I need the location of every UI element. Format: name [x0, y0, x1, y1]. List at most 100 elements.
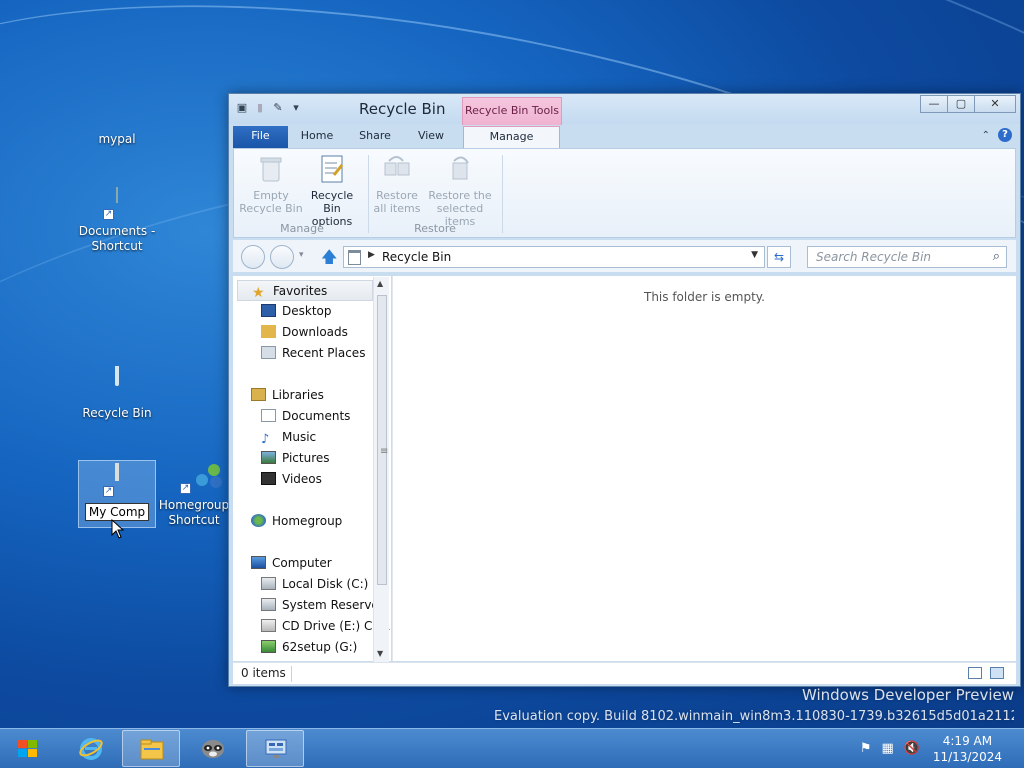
action-center-flag-icon[interactable]: ⚑: [860, 741, 872, 756]
ribbon-separator: [502, 155, 503, 233]
desktop-icon: [261, 304, 276, 317]
start-button[interactable]: [6, 734, 50, 764]
computer-shortcut-icon: ↗: [101, 463, 133, 497]
cd-drive-icon: [261, 619, 276, 632]
refresh-button[interactable]: ⇆: [767, 246, 791, 268]
recycle-bin-icon: [101, 366, 133, 402]
tab-manage[interactable]: Manage: [463, 126, 560, 148]
forward-button[interactable]: [270, 245, 294, 269]
nav-item-desktop[interactable]: Desktop: [233, 301, 332, 322]
clock-time: 4:19 AM: [942, 734, 993, 748]
quick-access-toolbar: ▣ ▮ ✎ ▾: [235, 101, 303, 115]
volume-muted-icon[interactable]: 🔇: [904, 741, 920, 756]
breadcrumb-recycle-bin[interactable]: Recycle Bin: [382, 250, 451, 264]
windows-logo-icon: [18, 740, 38, 758]
empty-recycle-bin-button[interactable]: Empty Recycle Bin: [238, 153, 304, 215]
properties-icon[interactable]: ▮: [253, 101, 267, 115]
window-title: Recycle Bin: [359, 100, 446, 118]
clock-date: 11/13/2024: [932, 750, 1002, 764]
desktop-icon-documents-shortcut[interactable]: ↗ Documents - Shortcut: [78, 187, 156, 254]
window-menu-icon[interactable]: ▣: [235, 101, 249, 115]
item-count: 0 items: [241, 666, 286, 680]
navigation-pane[interactable]: ★ Favorites Desktop Downloads Recent Plac…: [233, 276, 391, 661]
recent-locations-chevron-icon[interactable]: ▾: [299, 250, 304, 260]
large-icons-view-icon[interactable]: [990, 667, 1004, 679]
nav-item-system-reserved[interactable]: System Reserved: [233, 595, 386, 616]
folder-icon: [101, 96, 133, 128]
desktop-icon-label: Documents - Shortcut: [78, 224, 156, 253]
control-panel-icon: [263, 736, 289, 762]
scroll-down-arrow-icon[interactable]: ▼: [377, 649, 383, 658]
taskbar-clock[interactable]: 4:19 AM 11/13/2024: [933, 733, 1002, 765]
breadcrumb-arrow-icon[interactable]: ▶: [368, 250, 375, 260]
nav-item-documents[interactable]: Documents: [233, 406, 350, 427]
address-dropdown-icon[interactable]: ▼: [751, 250, 758, 260]
help-icon[interactable]: ?: [998, 128, 1012, 142]
taskbar-file-explorer[interactable]: [122, 730, 180, 767]
customize-qat-icon[interactable]: ▾: [289, 101, 303, 115]
watermark-line-2: Evaluation copy. Build 8102.winmain_win8…: [494, 709, 1014, 724]
window-controls: — ▢ ✕: [920, 95, 1016, 113]
desktop-icon-recycle-bin[interactable]: Recycle Bin: [78, 366, 156, 421]
scrollbar-thumb[interactable]: ≡: [377, 295, 389, 585]
taskbar: ⚑ ▦ 🔇 4:19 AM 11/13/2024: [0, 728, 1024, 768]
desktop-icon-my-computer[interactable]: ↗ My Comp: [78, 460, 156, 528]
nav-pane-scrollbar[interactable]: ▲ ≡ ▼: [373, 277, 389, 662]
desktop-icon-mypal[interactable]: mypal: [78, 96, 156, 147]
close-button[interactable]: ✕: [974, 95, 1016, 113]
tab-share[interactable]: Share: [353, 126, 397, 148]
nav-item-cd-drive-e[interactable]: CD Drive (E:) CDR: [233, 616, 390, 637]
nav-item-downloads[interactable]: Downloads: [233, 322, 348, 343]
nav-item-computer[interactable]: Computer: [233, 553, 332, 574]
tab-home[interactable]: Home: [295, 126, 339, 148]
nav-item-videos[interactable]: Videos: [233, 469, 322, 490]
nav-item-favorites[interactable]: ★ Favorites: [237, 280, 373, 301]
restore-selected-items-button[interactable]: Restore the selected items: [422, 153, 498, 228]
up-arrow-icon[interactable]: 🡅: [321, 246, 337, 273]
nav-item-62setup-g[interactable]: 62setup (G:): [233, 637, 357, 658]
restore-all-icon: [381, 153, 413, 185]
scrollbar-grip-icon: ≡: [380, 446, 389, 457]
desktop-icon-label: Recycle Bin: [82, 406, 152, 420]
hard-drive-icon: [261, 598, 276, 611]
recycle-bin-tools-context-tab: Recycle Bin Tools: [462, 97, 562, 125]
nav-item-music[interactable]: ♪ Music: [233, 427, 316, 448]
taskbar-internet-explorer[interactable]: [62, 730, 120, 767]
pictures-icon: [261, 451, 276, 464]
nav-item-pictures[interactable]: Pictures: [233, 448, 330, 469]
minimize-ribbon-icon[interactable]: ⌃: [982, 130, 990, 141]
nav-item-recent-places[interactable]: Recent Places: [233, 343, 365, 364]
back-button[interactable]: [241, 245, 265, 269]
network-icon[interactable]: ▦: [882, 741, 894, 756]
taskbar-mypal-browser[interactable]: [184, 730, 242, 767]
title-bar[interactable]: ▣ ▮ ✎ ▾ Recycle Bin Recycle Bin Tools — …: [229, 94, 1020, 125]
search-input[interactable]: Search Recycle Bin ⌕: [807, 246, 1007, 268]
tab-view[interactable]: View: [409, 126, 453, 148]
nav-item-homegroup[interactable]: Homegroup: [233, 511, 342, 532]
restore-all-items-button[interactable]: Restore all items: [372, 153, 422, 215]
desktop-icon-label: Homegroup Shortcut: [158, 498, 230, 527]
watermark-line-1: Windows Developer Preview: [801, 686, 1014, 704]
ribbon-separator: [368, 155, 369, 233]
recycle-bin-small-icon: [348, 250, 361, 265]
address-bar[interactable]: ▶ Recycle Bin ▼: [343, 246, 765, 268]
desktop-icon-label: mypal: [98, 132, 136, 146]
scroll-up-arrow-icon[interactable]: ▲: [377, 279, 383, 288]
nav-item-local-disk-c[interactable]: Local Disk (C:): [233, 574, 368, 595]
taskbar-control-panel[interactable]: [246, 730, 304, 767]
desktop-icon-homegroup-shortcut[interactable]: ↗ Homegroup Shortcut: [155, 462, 233, 528]
recycle-bin-options-button[interactable]: Recycle Bin options: [302, 153, 362, 228]
tab-file[interactable]: File: [233, 126, 288, 148]
restore-selected-icon: [444, 153, 476, 185]
music-icon: ♪: [261, 432, 270, 447]
document-shortcut-icon: ↗: [101, 187, 133, 220]
details-view-icon[interactable]: [968, 667, 982, 679]
mypal-raccoon-icon: [200, 735, 226, 761]
explorer-window[interactable]: ▣ ▮ ✎ ▾ Recycle Bin Recycle Bin Tools — …: [228, 93, 1021, 687]
nav-item-libraries[interactable]: Libraries: [233, 385, 324, 406]
maximize-button[interactable]: ▢: [947, 95, 975, 113]
new-folder-icon[interactable]: ✎: [271, 101, 285, 115]
file-list-area[interactable]: This folder is empty.: [392, 276, 1016, 661]
internet-explorer-icon: [78, 735, 104, 761]
minimize-button[interactable]: —: [920, 95, 948, 113]
